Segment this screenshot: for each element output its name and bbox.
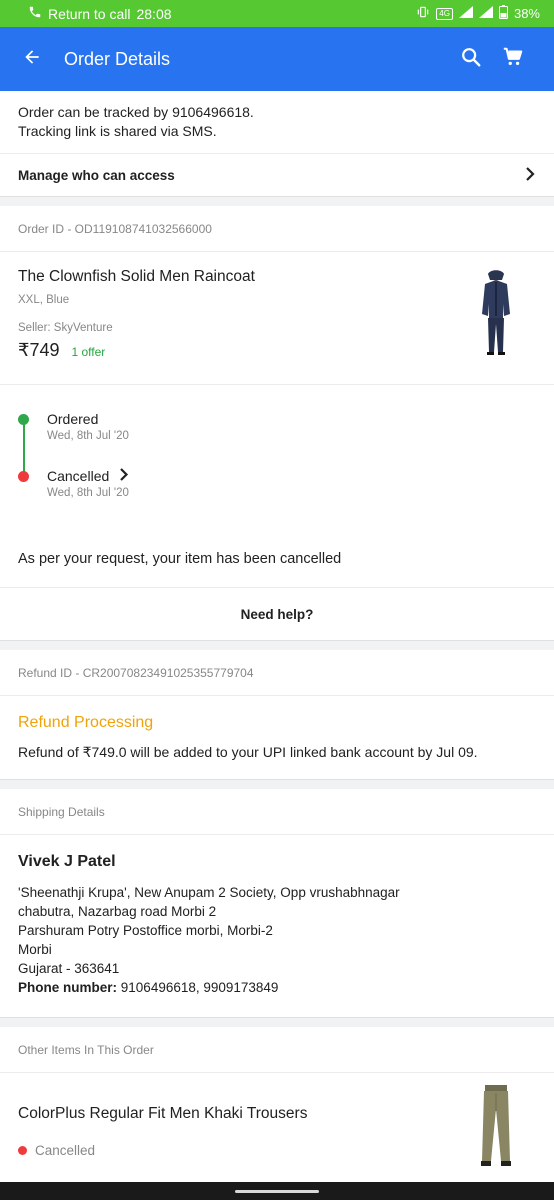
chevron-right-icon	[524, 166, 536, 184]
timeline-label: Ordered	[47, 411, 99, 427]
call-text: Return to call	[48, 5, 131, 22]
search-icon[interactable]	[460, 46, 482, 73]
page-title: Order Details	[64, 48, 171, 69]
tracking-card: Order can be tracked by 9106496618. Trac…	[0, 91, 554, 197]
order-timeline: Ordered Wed, 8th Jul '20 Cancelled Wed, …	[0, 385, 554, 533]
order-card: Order ID - OD119108741032566000 The Clow…	[0, 206, 554, 641]
shipping-card: Shipping Details Vivek J Patel 'Sheenath…	[0, 789, 554, 1018]
timeline-date: Wed, 8th Jul '20	[47, 487, 129, 499]
status-bar: Return to call 28:08 4G 38%	[0, 0, 554, 27]
product-name: The Clownfish Solid Men Raincoat	[18, 268, 255, 285]
tracking-line-2: Tracking link is shared via SMS.	[18, 123, 217, 139]
address-line-5: Gujarat - 363641	[18, 961, 120, 976]
content-scroll[interactable]: Order can be tracked by 9106496618. Trac…	[0, 91, 554, 1182]
offer-link[interactable]: 1 offer	[71, 345, 105, 359]
battery-icon	[498, 5, 508, 22]
phone-label: Phone number:	[18, 980, 118, 995]
status-dot-red	[18, 1146, 27, 1155]
timeline-step-cancelled[interactable]: Cancelled Wed, 8th Jul '20	[18, 468, 536, 499]
address-line-3: Parshuram Potry Postoffice morbi, Morbi-…	[18, 923, 273, 938]
timeline-step-ordered: Ordered Wed, 8th Jul '20	[18, 411, 536, 442]
other-items-header: Other Items In This Order	[0, 1027, 554, 1073]
timeline-dot-green	[18, 414, 29, 425]
refund-status: Refund Processing	[18, 714, 154, 731]
other-item-row[interactable]: ColorPlus Regular Fit Men Khaki Trousers…	[0, 1073, 554, 1182]
call-time: 28:08	[136, 5, 172, 22]
timeline-dot-red	[18, 471, 29, 482]
timeline-label-cancelled: Cancelled	[47, 468, 129, 484]
manage-access-row[interactable]: Manage who can access	[0, 154, 554, 196]
vibrate-icon	[416, 5, 430, 22]
manage-access-label: Manage who can access	[18, 167, 175, 183]
tracking-info: Order can be tracked by 9106496618. Trac…	[0, 91, 554, 154]
signal-icon-2	[478, 6, 493, 21]
arrow-left-icon	[22, 47, 42, 72]
signal-icon	[458, 6, 473, 21]
product-row[interactable]: The Clownfish Solid Men Raincoat XXL, Bl…	[0, 252, 554, 385]
refund-card: Refund ID - CR2007082349102535577​9704 R…	[0, 650, 554, 780]
tracking-line-1: Order can be tracked by 9106496618.	[18, 104, 254, 120]
product-variant: XXL, Blue	[18, 294, 70, 306]
timeline-date: Wed, 8th Jul '20	[47, 430, 129, 442]
back-button[interactable]	[0, 27, 64, 91]
phone-row: Phone number: 9106496618, 9909173849	[18, 978, 536, 997]
address-line-1: 'Sheenathji Krupa', New Anupam 2 Society…	[18, 885, 400, 900]
address-line-2: chabutra, Nazarbag road Morbi 2	[18, 904, 217, 919]
refund-id: Refund ID - CR2007082349102535577​9704	[0, 650, 554, 696]
refund-message: Refund of ₹749.0 will be added to your U…	[18, 744, 478, 760]
order-id: Order ID - OD119108741032566000	[0, 206, 554, 252]
phone-icon	[28, 5, 42, 22]
other-items-card: Other Items In This Order ColorPlus Regu…	[0, 1027, 554, 1182]
other-item-status: Cancelled	[18, 1143, 456, 1158]
system-nav-bar	[0, 1182, 554, 1200]
product-image-trousers	[456, 1083, 536, 1182]
chevron-right-icon	[119, 468, 129, 484]
recipient-name: Vivek J Patel	[18, 853, 116, 870]
network-type: 4G	[436, 7, 453, 20]
need-help-button[interactable]: Need help?	[0, 588, 554, 640]
cart-icon[interactable]	[502, 46, 524, 73]
product-price: ₹749	[18, 340, 60, 360]
other-item-name: ColorPlus Regular Fit Men Khaki Trousers	[18, 1105, 308, 1122]
timeline-label-text: Cancelled	[47, 468, 110, 484]
return-to-call[interactable]: Return to call 28:08	[28, 5, 172, 22]
home-gesture-pill[interactable]	[235, 1189, 319, 1193]
other-item-status-text: Cancelled	[35, 1143, 96, 1158]
phone-value: 9106496618, 9909173849	[120, 980, 279, 995]
shipping-header: Shipping Details	[0, 789, 554, 835]
battery-percent: 38%	[513, 6, 540, 21]
product-seller: Seller: SkyVenture	[18, 322, 113, 334]
cancellation-message: As per your request, your item has been …	[0, 533, 554, 588]
address-line-4: Morbi	[18, 942, 52, 957]
app-bar: Order Details	[0, 27, 554, 91]
product-image-raincoat	[456, 268, 536, 368]
